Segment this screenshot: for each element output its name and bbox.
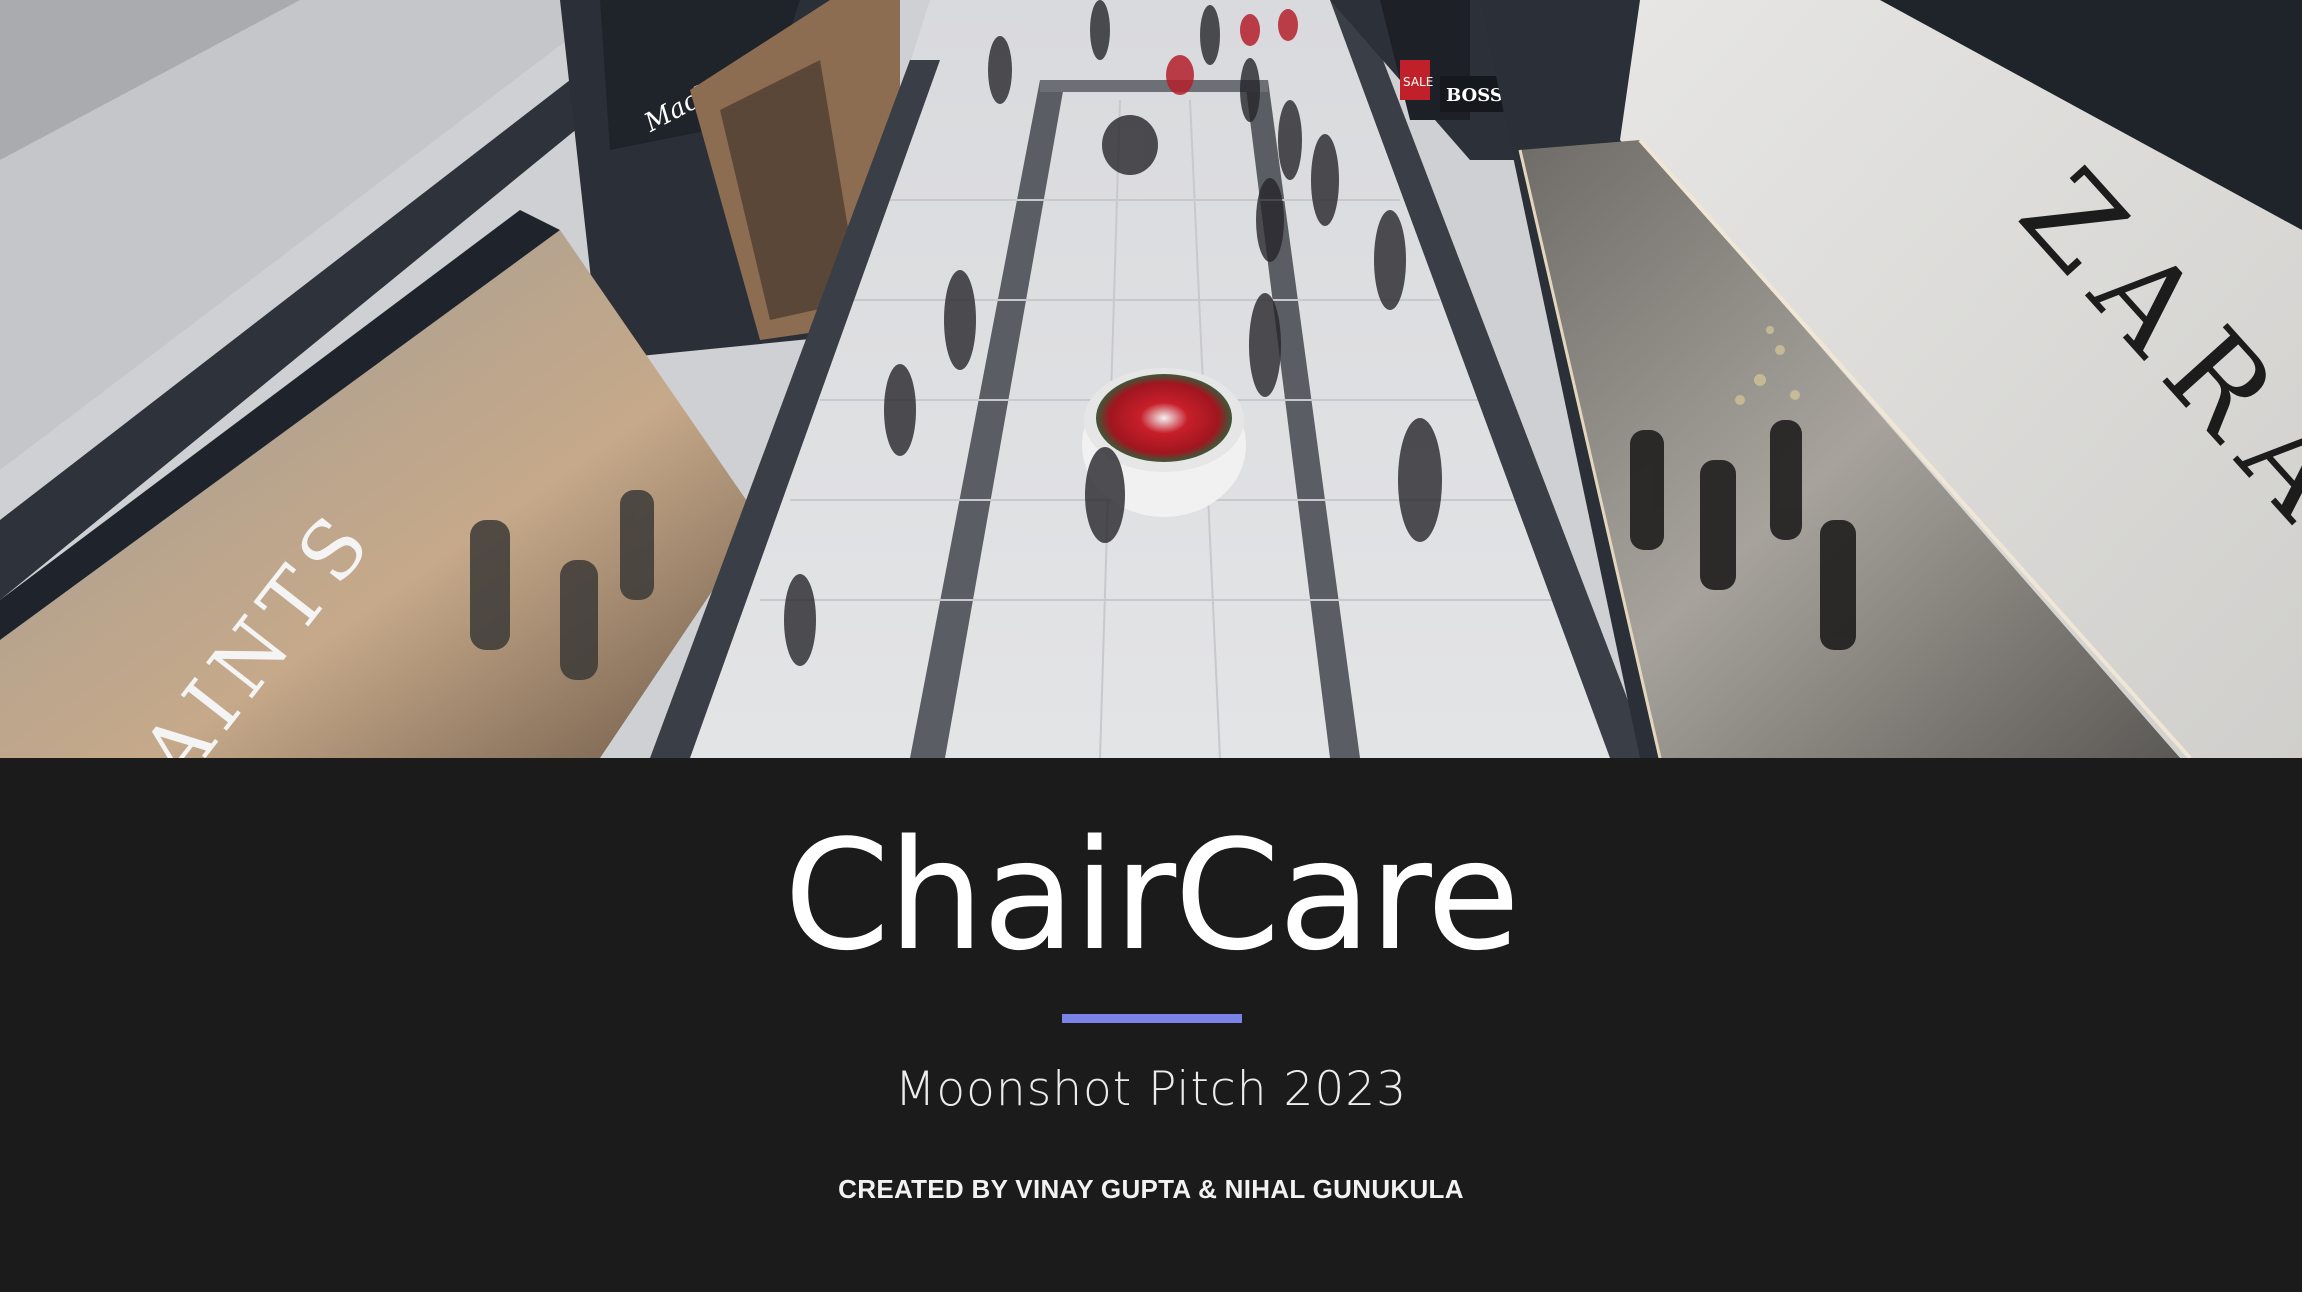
slide-title: ChairCare [783,807,1520,984]
title-block: ChairCare Moonshot Pitch 2023 CREATED BY… [0,758,2302,1292]
boss-sign: BOSS [1446,85,1503,106]
title-slide: Mackage AINTS [0,0,2302,1292]
slide-subtitle: Moonshot Pitch 2023 [894,1062,1408,1117]
title-accent-rule [1062,1014,1242,1023]
slide-credits: CREATED BY VINAY GUPTA & NIHAL GUNUKULA [838,1174,1464,1204]
hero-photo-shopping-mall: Mackage AINTS [0,0,2302,758]
sale-sign: SALE [1403,75,1433,89]
mall-illustration: Mackage AINTS [0,0,2302,758]
